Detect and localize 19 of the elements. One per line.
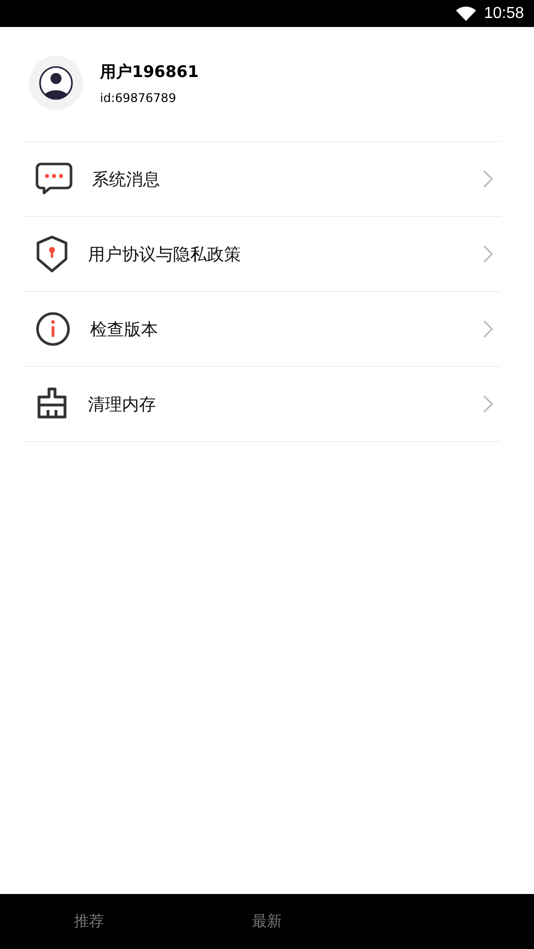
info-icon [35,311,71,347]
chevron-right-icon [483,170,493,188]
wifi-icon [456,6,476,21]
menu-item[interactable]: 用户协议与隐私政策 [22,217,501,292]
status-time: 10:58 [484,4,524,22]
chevron-right-icon [483,395,493,413]
nav-tab[interactable]: 最新 [244,908,290,935]
user-name: 用户196861 [100,62,199,82]
broom-icon [35,387,69,421]
menu-item[interactable]: 清理内存 [22,367,501,442]
shield-icon [35,235,69,273]
chevron-right-icon [483,245,493,263]
avatar-icon [28,55,84,111]
menu-item[interactable]: 检查版本 [22,292,501,367]
chevron-right-icon [483,320,493,338]
nav-tab[interactable]: 推荐 [66,908,112,935]
chat-bubble-icon [35,162,73,196]
user-id: id:69876789 [100,90,178,104]
menu-item[interactable]: 系统消息 [22,142,501,217]
